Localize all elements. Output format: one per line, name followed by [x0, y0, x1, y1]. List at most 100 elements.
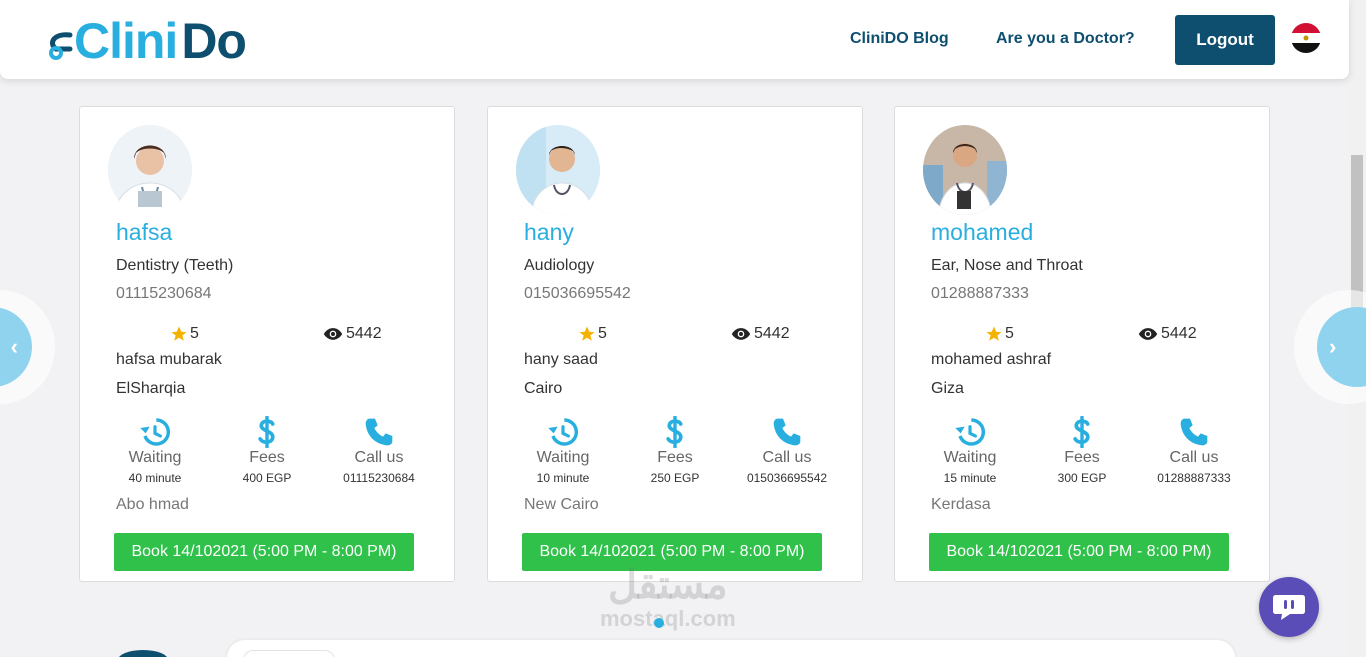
- doctor-full-name: mohamed ashraf: [931, 351, 1052, 368]
- doctor-avatar: [108, 125, 192, 215]
- bottom-search-bar[interactable]: [225, 638, 1237, 657]
- doctor-specialty: Dentistry (Teeth): [116, 257, 234, 274]
- views-value: 5442: [1161, 325, 1197, 342]
- eye-icon: [1138, 328, 1158, 340]
- doctor-specialty: Ear, Nose and Throat: [931, 257, 1083, 274]
- eye-icon: [731, 328, 751, 340]
- doctor-phone: 015036695542: [524, 285, 631, 302]
- views-value: 5442: [346, 325, 382, 342]
- waiting-info: Waiting 10 minute: [508, 415, 618, 485]
- call-value: 015036695542: [746, 471, 828, 485]
- waiting-info: Waiting 40 minute: [100, 415, 210, 485]
- watermark-arabic: مستقل: [607, 563, 728, 607]
- doctor-views: 5442: [731, 325, 790, 343]
- fees-value: 400 EGP: [242, 471, 292, 485]
- call-label: Call us: [354, 449, 404, 466]
- dollar-icon: [666, 416, 683, 448]
- history-icon: [140, 418, 171, 446]
- rating-value: 5: [598, 325, 607, 342]
- logout-button[interactable]: Logout: [1175, 15, 1275, 65]
- fees-value: 300 EGP: [1057, 471, 1107, 485]
- views-value: 5442: [754, 325, 790, 342]
- doctor-city: ElSharqia: [116, 380, 186, 397]
- phone-icon: [365, 418, 393, 446]
- doctor-card[interactable]: hany Audiology 015036695542 5 5442 hany …: [487, 106, 863, 582]
- call-label: Call us: [1169, 449, 1219, 466]
- doctor-city: Cairo: [524, 380, 563, 397]
- fees-info: Fees 400 EGP: [212, 415, 322, 485]
- nav-blog-link[interactable]: CliniDO Blog: [850, 30, 949, 48]
- call-info[interactable]: Call us 015036695542: [732, 415, 842, 485]
- star-icon: [986, 326, 1002, 341]
- star-icon: [171, 326, 187, 341]
- book-button[interactable]: Book 14/102021 (5:00 PM - 8:00 PM): [929, 533, 1229, 571]
- call-value: 01115230684: [343, 471, 415, 485]
- waiting-value: 15 minute: [943, 471, 997, 485]
- chat-icon: [1273, 595, 1305, 620]
- fees-label: Fees: [249, 449, 285, 466]
- logo-text-clini: Clini: [74, 13, 178, 69]
- doctor-avatar: [516, 125, 600, 215]
- chevron-left-icon: ‹: [10, 334, 18, 359]
- bottom-section-logo: [118, 650, 168, 657]
- watermark-latin: mostaql.com: [600, 606, 736, 631]
- doctor-phone: 01115230684: [116, 285, 212, 302]
- phone-icon: [1180, 418, 1208, 446]
- doctor-area: Abo hmad: [116, 496, 189, 513]
- doctor-phone: 01288887333: [931, 285, 1029, 302]
- doctor-rating: 5: [170, 325, 199, 343]
- stethoscope-icon: [49, 32, 73, 60]
- doctor-avatar: [923, 125, 1007, 215]
- egypt-flag-icon[interactable]: [1291, 23, 1321, 53]
- waiting-label: Waiting: [536, 449, 590, 466]
- chevron-right-icon: ›: [1329, 334, 1337, 359]
- star-icon: [579, 326, 595, 341]
- call-info[interactable]: Call us 01115230684: [324, 415, 434, 485]
- history-icon: [955, 418, 986, 446]
- nav-doctor-link[interactable]: Are you a Doctor?: [996, 30, 1135, 48]
- chat-widget-button[interactable]: [1259, 577, 1319, 637]
- bottom-search-pill[interactable]: [243, 650, 335, 657]
- doctor-area: Kerdasa: [931, 496, 991, 513]
- logo-text-do: Do: [181, 13, 247, 69]
- doctor-name[interactable]: hany: [524, 219, 574, 246]
- dollar-icon: [258, 416, 275, 448]
- mostaql-watermark: مستقل mostaql.com: [600, 562, 736, 632]
- call-info[interactable]: Call us 01288887333: [1139, 415, 1249, 485]
- call-label: Call us: [762, 449, 812, 466]
- waiting-label: Waiting: [128, 449, 182, 466]
- doctor-city: Giza: [931, 380, 964, 397]
- eye-icon: [323, 328, 343, 340]
- doctor-specialty: Audiology: [524, 257, 595, 274]
- doctor-name[interactable]: mohamed: [931, 219, 1033, 246]
- waiting-label: Waiting: [943, 449, 997, 466]
- doctor-card[interactable]: mohamed Ear, Nose and Throat 01288887333…: [894, 106, 1270, 582]
- doctor-views: 5442: [1138, 325, 1197, 343]
- phone-icon: [773, 418, 801, 446]
- history-icon: [548, 418, 579, 446]
- doctor-area: New Cairo: [524, 496, 599, 513]
- doctor-rating: 5: [985, 325, 1014, 343]
- doctor-card[interactable]: hafsa Dentistry (Teeth) 01115230684 5 54…: [79, 106, 455, 582]
- carousel-dot-active[interactable]: [654, 618, 664, 628]
- waiting-value: 10 minute: [536, 471, 590, 485]
- call-value: 01288887333: [1157, 471, 1231, 485]
- fees-info: Fees 300 EGP: [1027, 415, 1137, 485]
- site-header: Clini Do CliniDO Blog Are you a Doctor? …: [0, 0, 1349, 79]
- doctor-name[interactable]: hafsa: [116, 219, 172, 246]
- dollar-icon: [1073, 416, 1090, 448]
- rating-value: 5: [1005, 325, 1014, 342]
- doctor-views: 5442: [323, 325, 382, 343]
- doctor-full-name: hafsa mubarak: [116, 351, 222, 368]
- fees-label: Fees: [657, 449, 693, 466]
- book-button[interactable]: Book 14/102021 (5:00 PM - 8:00 PM): [114, 533, 414, 571]
- fees-value: 250 EGP: [650, 471, 700, 485]
- clinido-logo[interactable]: Clini Do: [44, 13, 247, 69]
- waiting-value: 40 minute: [128, 471, 182, 485]
- rating-value: 5: [190, 325, 199, 342]
- fees-label: Fees: [1064, 449, 1100, 466]
- waiting-info: Waiting 15 minute: [915, 415, 1025, 485]
- fees-info: Fees 250 EGP: [620, 415, 730, 485]
- doctor-full-name: hany saad: [524, 351, 598, 368]
- doctor-rating: 5: [578, 325, 607, 343]
